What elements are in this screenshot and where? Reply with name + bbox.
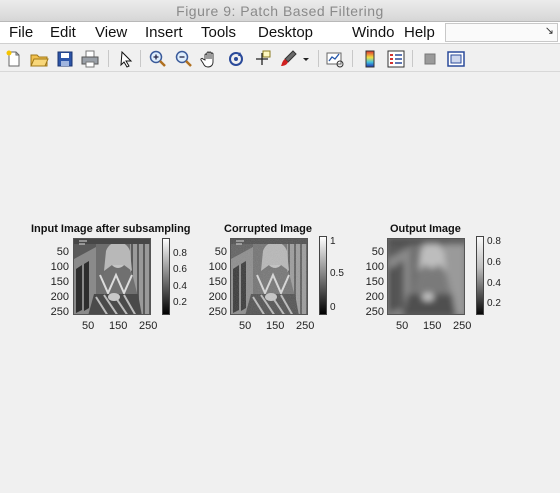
menu-view[interactable]: View xyxy=(95,24,127,42)
axes-1-cbtick: 0.4 xyxy=(173,281,187,292)
toolbar-separator xyxy=(412,50,413,67)
pan-hand-icon[interactable] xyxy=(200,49,220,69)
axes-1-cbtick: 0.2 xyxy=(173,297,187,308)
output-image xyxy=(387,238,465,315)
axes-1-ytick: 250 xyxy=(50,306,69,318)
print-icon[interactable] xyxy=(80,49,100,69)
axes-3-ytick: 50 xyxy=(371,246,384,258)
hide-plot-tools-icon[interactable] xyxy=(420,49,440,69)
axes-1-cbtick: 0.6 xyxy=(173,264,187,275)
axes-3-cbtick: 0.4 xyxy=(487,278,501,289)
open-file-icon[interactable] xyxy=(29,49,49,69)
toolbar-separator xyxy=(140,50,141,67)
axes-2-cbtick: 1 xyxy=(330,236,336,247)
axes-3-ytick: 250 xyxy=(365,306,384,318)
brush-dropdown-icon[interactable] xyxy=(300,49,312,69)
brush-icon[interactable] xyxy=(278,49,298,69)
link-plot-icon[interactable] xyxy=(325,49,345,69)
axes-1-xtick: 150 xyxy=(109,320,128,332)
edit-pointer-icon[interactable] xyxy=(116,49,136,69)
menu-insert[interactable]: Insert xyxy=(145,24,183,42)
corrupted-image xyxy=(230,238,308,315)
axes-2-cbtick: 0.5 xyxy=(330,268,344,279)
axes-2-xtick: 250 xyxy=(296,320,315,332)
axes-3-ytick: 150 xyxy=(365,276,384,288)
dock-control[interactable]: ↘ xyxy=(445,23,558,42)
figure-canvas: Input Image after subsampling 50 100 150… xyxy=(0,73,560,493)
axes-3-xtick: 50 xyxy=(396,320,409,332)
axes-2-colorbar xyxy=(319,236,327,315)
axes-3-ytick: 100 xyxy=(365,261,384,273)
colorbar-icon[interactable] xyxy=(360,49,380,69)
axes-2-ytick: 100 xyxy=(208,261,227,273)
axes-2-ytick: 150 xyxy=(208,276,227,288)
axes-3-ytick: 200 xyxy=(365,291,384,303)
axes-2-title: Corrupted Image xyxy=(224,223,313,235)
axes-3-xtick: 150 xyxy=(423,320,442,332)
axes-3-title: Output Image xyxy=(390,223,461,235)
menu-window[interactable]: Windo xyxy=(352,24,395,42)
input-image xyxy=(73,238,151,315)
axes-2-xtick: 150 xyxy=(266,320,285,332)
zoom-out-icon[interactable] xyxy=(174,49,194,69)
toolbar-separator xyxy=(352,50,353,67)
axes-1-ytick: 100 xyxy=(50,261,69,273)
axes-2-cbtick: 0 xyxy=(330,302,336,313)
axes-1-title: Input Image after subsampling xyxy=(31,223,191,235)
rotate-3d-icon[interactable] xyxy=(226,49,246,69)
menu-help[interactable]: Help xyxy=(404,24,435,42)
dock-arrow-icon: ↘ xyxy=(544,25,554,37)
axes-1-cbtick: 0.8 xyxy=(173,248,187,259)
menu-edit[interactable]: Edit xyxy=(50,24,76,42)
axes-1-colorbar xyxy=(162,238,170,315)
figure-toolbar xyxy=(0,45,560,72)
axes-3-cbtick: 0.6 xyxy=(487,257,501,268)
menu-file[interactable]: File xyxy=(9,24,33,42)
new-figure-icon[interactable] xyxy=(4,49,24,69)
axes-2-ytick: 200 xyxy=(208,291,227,303)
toolbar-separator xyxy=(318,50,319,67)
axes-1-xtick: 50 xyxy=(82,320,95,332)
axes-3-xtick: 250 xyxy=(453,320,472,332)
toolbar-separator xyxy=(108,50,109,67)
show-plot-tools-icon[interactable] xyxy=(446,49,466,69)
menu-bar: File Edit View Insert Tools Desktop Wind… xyxy=(0,22,560,44)
axes-2-ytick: 250 xyxy=(208,306,227,318)
menu-tools[interactable]: Tools xyxy=(201,24,236,42)
axes-3-cbtick: 0.2 xyxy=(487,298,501,309)
data-cursor-icon[interactable] xyxy=(252,49,272,69)
axes-1-ytick: 200 xyxy=(50,291,69,303)
axes-3-colorbar xyxy=(476,236,484,315)
axes-1-ytick: 50 xyxy=(56,246,69,258)
save-icon[interactable] xyxy=(55,49,75,69)
window-title: Figure 9: Patch Based Filtering xyxy=(0,0,560,22)
axes-2-ytick: 50 xyxy=(214,246,227,258)
axes-3-cbtick: 0.8 xyxy=(487,236,501,247)
legend-icon[interactable] xyxy=(386,49,406,69)
axes-1-xtick: 250 xyxy=(139,320,158,332)
zoom-in-icon[interactable] xyxy=(148,49,168,69)
menu-desktop[interactable]: Desktop xyxy=(258,24,313,42)
axes-1-ytick: 150 xyxy=(50,276,69,288)
axes-2-xtick: 50 xyxy=(239,320,252,332)
